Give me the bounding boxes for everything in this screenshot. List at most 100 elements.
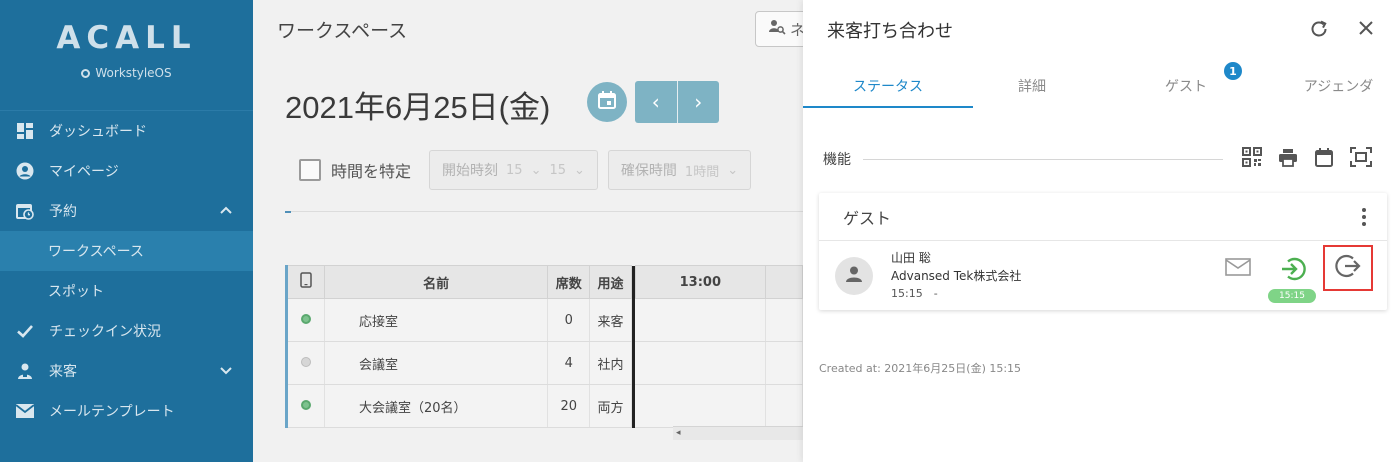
qr-code-icon[interactable] <box>1241 146 1263 172</box>
table-header-row: 名前 席数 用途 13:00 <box>285 265 803 299</box>
sidebar-item-label: 来客 <box>49 364 77 380</box>
sidebar-item-workspace[interactable]: ワークスペース <box>0 231 253 271</box>
guest-name: 山田 聡 <box>891 251 931 265</box>
room-name: 会議室 <box>324 341 549 385</box>
visitor-icon <box>14 362 36 380</box>
duration-select[interactable]: 確保時間 1時間 ⌄ <box>607 150 752 190</box>
next-date-button[interactable]: › <box>676 81 720 123</box>
sidebar-item-spot[interactable]: スポット <box>0 271 253 311</box>
scroll-left-icon[interactable]: ◂ <box>676 428 681 438</box>
checkout-button[interactable] <box>1323 245 1373 291</box>
guest-company: Advansed Tek株式会社 <box>891 269 1022 283</box>
guest-card-header: ゲスト <box>819 193 1387 241</box>
sidebar: ACALL WorkstyleOS ダッシュボード マイページ 予約 ワークスペ… <box>0 0 253 462</box>
mail-icon <box>14 402 36 420</box>
start-time-select[interactable]: 開始時刻 15 ⌄ 15 ⌄ <box>429 150 598 190</box>
workstyleos-label: WorkstyleOS <box>0 66 253 80</box>
mail-icon[interactable] <box>1225 257 1251 281</box>
sidebar-item-mail-template[interactable]: メールテンプレート <box>0 391 253 431</box>
function-bar: 機能 <box>823 147 1373 171</box>
tab-label: 詳細 <box>1018 79 1046 95</box>
horizontal-scrollbar[interactable]: ◂ <box>673 426 803 440</box>
timeline-cell[interactable] <box>765 298 803 342</box>
close-icon[interactable] <box>1356 18 1376 42</box>
checkin-icon[interactable] <box>1279 255 1307 287</box>
device-column-header <box>285 265 325 299</box>
specify-time-checkbox[interactable] <box>299 159 321 181</box>
seats-column-header[interactable]: 席数 <box>547 265 591 299</box>
timeline-cell[interactable] <box>635 384 767 428</box>
tab-label: ゲスト <box>1165 79 1207 95</box>
tab-agenda[interactable]: アジェンダ <box>1281 60 1396 108</box>
tab-details[interactable]: 詳細 <box>973 60 1091 108</box>
usage-column-header[interactable]: 用途 <box>589 265 632 299</box>
main-content: ワークスペース ネ 2021年6月25日(金) ‹ › 時間を特定 開始時刻 1… <box>253 0 803 462</box>
guest-card: ゲスト 山田 聡 Advansed Tek株式会社 15:15 - 15:15 <box>819 193 1387 310</box>
name-column-header[interactable]: 名前 <box>323 265 549 299</box>
table-row[interactable]: 会議室 4 社内 <box>285 341 803 385</box>
room-usage: 来客 <box>589 298 632 342</box>
fullscreen-icon[interactable] <box>1349 146 1373 172</box>
print-icon[interactable] <box>1277 146 1299 172</box>
status-cell <box>285 298 325 342</box>
time-column-header: 13:00 <box>634 265 767 299</box>
search-input[interactable]: ネ <box>755 11 803 47</box>
panel-title: 来客打ち合わせ <box>827 21 953 42</box>
refresh-icon[interactable] <box>1308 18 1330 44</box>
duration-label: 確保時間 <box>620 163 677 179</box>
time-column-header-next <box>765 265 803 299</box>
date-title: 2021年6月25日(金) <box>285 90 551 125</box>
timeline-cell[interactable] <box>765 384 803 428</box>
divider <box>285 211 803 212</box>
sidebar-item-mypage[interactable]: マイページ <box>0 151 253 191</box>
room-usage: 両方 <box>589 384 632 428</box>
checkin-time-badge: 15:15 <box>1268 289 1316 303</box>
status-dot <box>300 399 311 410</box>
sidebar-item-dashboard[interactable]: ダッシュボード <box>0 111 253 151</box>
prev-date-button[interactable]: ‹ <box>635 81 677 123</box>
guest-row: 山田 聡 Advansed Tek株式会社 15:15 - 15:15 <box>819 241 1387 309</box>
room-seats: 20 <box>547 384 591 428</box>
duration-value: 1時間 <box>684 164 720 180</box>
sidebar-item-label: チェックイン状況 <box>49 324 161 340</box>
chevron-up-icon[interactable] <box>219 203 233 221</box>
guest-time: 15:15 - <box>891 287 938 300</box>
created-at: Created at: 2021年6月25日(金) 15:15 <box>819 362 1022 375</box>
sidebar-item-label: スポット <box>48 284 104 300</box>
tab-status[interactable]: ステータス <box>803 60 973 108</box>
sidebar-nav: ダッシュボード マイページ 予約 ワークスペース スポット チェックイン状況 来… <box>0 111 253 431</box>
sidebar-item-label: メールテンプレート <box>49 404 175 420</box>
table-row[interactable]: 大会議室（20名） 20 両方 <box>285 384 803 428</box>
start-hour-value: 15 <box>506 162 523 178</box>
dashboard-icon <box>14 122 36 140</box>
sidebar-item-checkin-status[interactable]: チェックイン状況 <box>0 311 253 351</box>
sidebar-item-visitor[interactable]: 来客 <box>0 351 253 391</box>
person-search-icon <box>768 18 786 40</box>
timeline-cell[interactable] <box>635 298 767 342</box>
tab-label: アジェンダ <box>1303 79 1374 95</box>
sidebar-item-label: マイページ <box>49 164 119 180</box>
chevron-down-icon: ⌄ <box>727 162 739 178</box>
sidebar-item-reservation[interactable]: 予約 <box>0 191 253 231</box>
sidebar-item-label: ワークスペース <box>48 244 144 260</box>
tablet-icon <box>300 272 312 292</box>
chevron-down-icon[interactable] <box>219 363 233 381</box>
function-divider <box>863 158 1223 160</box>
tab-guest[interactable]: ゲスト 1 <box>1091 60 1281 108</box>
function-label: 機能 <box>823 152 851 168</box>
room-usage: 社内 <box>589 341 632 385</box>
sub-brand-text: WorkstyleOS <box>95 66 172 80</box>
timeline-cell[interactable] <box>635 341 767 385</box>
tab-label: ステータス <box>853 79 923 95</box>
more-vert-icon[interactable] <box>1361 207 1367 231</box>
function-icons <box>1241 146 1373 172</box>
timeline-cell[interactable] <box>765 341 803 385</box>
table-row[interactable]: 応接室 0 来客 <box>285 298 803 342</box>
panel-tabs: ステータス 詳細 ゲスト 1 アジェンダ <box>803 60 1396 108</box>
checkout-icon <box>1334 252 1362 284</box>
calendar-button[interactable] <box>587 82 627 122</box>
workspace-table: 名前 席数 用途 13:00 応接室 0 来客 会議室 4 社内 大会議室（20… <box>285 265 803 428</box>
calendar-icon[interactable] <box>1313 146 1335 172</box>
calendar-icon <box>597 90 617 114</box>
sidebar-item-label: ダッシュボード <box>49 124 147 140</box>
